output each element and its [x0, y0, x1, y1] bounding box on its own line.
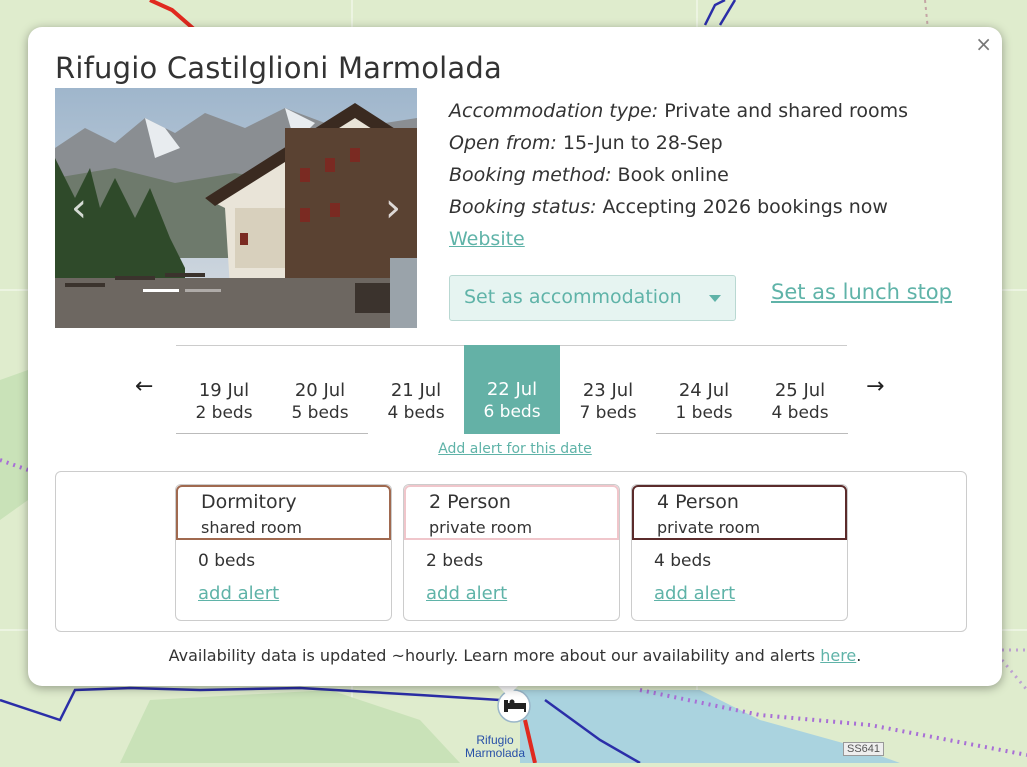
carousel-next-icon[interactable]: › [385, 188, 401, 228]
date-cell[interactable]: 20 Jul 5 beds [272, 346, 368, 434]
add-date-alert-link[interactable]: Add alert for this date [28, 441, 1002, 457]
carousel-indicators [143, 289, 221, 292]
add-room-alert-link[interactable]: add alert [654, 583, 735, 604]
date-cell[interactable]: 19 Jul 2 beds [176, 346, 272, 434]
date-cell[interactable]: 24 Jul 1 beds [656, 346, 752, 434]
accommodation-select[interactable]: Set as accommodation [449, 275, 736, 321]
room-card-4-person: 4 Person private room 4 beds add alert [631, 484, 848, 621]
room-beds: 2 beds [426, 551, 484, 571]
accommodation-popup: × Rifugio Castilglioni Marmolada ‹ › Acc… [28, 27, 1002, 686]
room-card-dormitory: Dormitory shared room 0 beds add alert [175, 484, 392, 621]
info-booking-status: Booking status: Accepting 2026 bookings … [449, 196, 888, 218]
set-lunch-stop-link[interactable]: Set as lunch stop [771, 280, 952, 304]
date-cell[interactable]: 23 Jul 7 beds [560, 346, 656, 434]
room-name: Dormitory [201, 491, 297, 513]
date-strip: 19 Jul 2 beds 20 Jul 5 beds 21 Jul 4 beds 2… [176, 345, 848, 434]
hut-photo [55, 88, 417, 328]
info-booking-method: Booking method: Book online [449, 164, 729, 186]
room-card-2-person: 2 Person private room 2 beds add alert [403, 484, 620, 621]
room-type: private room [429, 518, 533, 537]
add-room-alert-link[interactable]: add alert [426, 583, 507, 604]
carousel-dot-active[interactable] [143, 289, 179, 292]
map-place-label: Rifugio Marmolada [464, 733, 526, 760]
room-name: 2 Person [429, 491, 511, 513]
room-beds: 0 beds [198, 551, 256, 571]
room-header: 4 Person private room [632, 485, 847, 540]
room-header: Dormitory shared room [176, 485, 391, 540]
photo-carousel[interactable]: ‹ › [55, 88, 417, 328]
accommodation-info: Accommodation type: Private and shared r… [449, 95, 908, 255]
availability-note: Availability data is updated ~hourly. Le… [168, 646, 862, 665]
room-types: Dormitory shared room 0 beds add alert 2… [55, 471, 967, 632]
close-icon[interactable]: × [975, 33, 992, 55]
road-shield: SS641 [843, 742, 885, 756]
room-header: 2 Person private room [404, 485, 619, 540]
carousel-prev-icon[interactable]: ‹ [71, 188, 87, 228]
date-cell[interactable]: 25 Jul 4 beds [752, 346, 848, 434]
info-open-from: Open from: 15-Jun to 28-Sep [449, 132, 723, 154]
website-link[interactable]: Website [449, 228, 525, 250]
popup-title: Rifugio Castilglioni Marmolada [55, 51, 502, 85]
room-beds: 4 beds [654, 551, 712, 571]
room-type: private room [657, 518, 761, 537]
accommodation-select-value: Set as accommodation [464, 286, 682, 308]
room-name: 4 Person [657, 491, 739, 513]
chevron-down-icon [709, 295, 721, 302]
carousel-dot[interactable] [185, 289, 221, 292]
availability-info-link[interactable]: here [820, 646, 856, 665]
date-cell-selected[interactable]: 22 Jul 6 beds [464, 345, 560, 434]
date-prev-arrow-icon[interactable]: ← [135, 375, 153, 399]
date-cell[interactable]: 21 Jul 4 beds [368, 346, 464, 434]
date-next-arrow-icon[interactable]: → [866, 375, 884, 399]
info-accommodation-type: Accommodation type: Private and shared r… [449, 100, 909, 122]
add-room-alert-link[interactable]: add alert [198, 583, 279, 604]
room-type: shared room [201, 518, 302, 537]
